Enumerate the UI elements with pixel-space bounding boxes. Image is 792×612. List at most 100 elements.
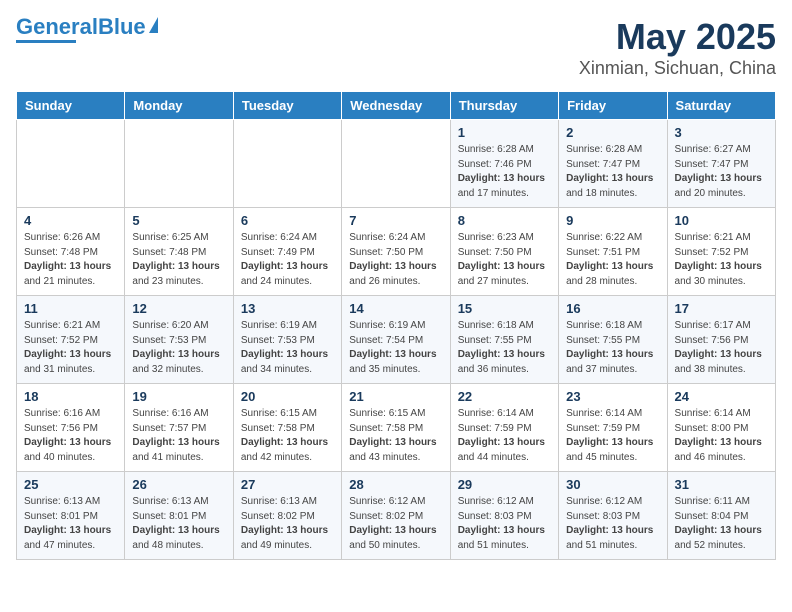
table-row: 31Sunrise: 6:11 AMSunset: 8:04 PMDayligh… [667, 472, 775, 560]
table-row: 3Sunrise: 6:27 AMSunset: 7:47 PMDaylight… [667, 120, 775, 208]
day-number: 19 [132, 389, 225, 404]
col-thursday: Thursday [450, 92, 558, 120]
table-row: 18Sunrise: 6:16 AMSunset: 7:56 PMDayligh… [17, 384, 125, 472]
col-wednesday: Wednesday [342, 92, 450, 120]
table-row: 11 Sunrise: 6:21 AMSunset: 7:52 PMDayligh… [17, 296, 125, 384]
day-number: 20 [241, 389, 334, 404]
day-info: Sunrise: 6:24 AMSunset: 7:49 PMDaylight:… [241, 231, 334, 289]
table-row [342, 120, 450, 208]
table-row: 24 Sunrise: 6:14 AMSunset: 8:00 PMDayligh… [667, 384, 775, 472]
day-number: 23 [566, 389, 659, 404]
logo-underline [16, 40, 76, 43]
day-info: Sunrise: 6:13 AMSunset: 8:01 PMDaylight:… [132, 495, 225, 553]
table-row: 20 Sunrise: 6:15 AMSunset: 7:58 PMDayligh… [233, 384, 341, 472]
day-info: Sunrise: 6:14 AMSunset: 7:59 PMDaylight:… [458, 407, 551, 465]
col-friday: Friday [559, 92, 667, 120]
table-row: 10Sunrise: 6:21 AMSunset: 7:52 PMDayligh… [667, 208, 775, 296]
day-number: 16 [566, 301, 659, 316]
day-info: Sunrise: 6:21 AMSunset: 7:52 PMDaylight:… [24, 319, 117, 377]
logo-triangle-icon [149, 17, 158, 33]
day-info: Sunrise: 6:14 AMSunset: 8:00 PMDaylight:… [675, 407, 768, 465]
calendar-month-year: May 2025 [579, 16, 776, 58]
table-row: 30Sunrise: 6:12 AMSunset: 8:03 PMDayligh… [559, 472, 667, 560]
day-info: Sunrise: 6:14 AMSunset: 7:59 PMDaylight:… [566, 407, 659, 465]
table-row: 17 Sunrise: 6:17 AMSunset: 7:56 PMDayligh… [667, 296, 775, 384]
day-info: Sunrise: 6:19 AMSunset: 7:54 PMDaylight:… [349, 319, 442, 377]
table-row: 12 Sunrise: 6:20 AMSunset: 7:53 PMDayligh… [125, 296, 233, 384]
table-row: 14 Sunrise: 6:19 AMSunset: 7:54 PMDayligh… [342, 296, 450, 384]
table-row: 15 Sunrise: 6:18 AMSunset: 7:55 PMDayligh… [450, 296, 558, 384]
day-number: 24 [675, 389, 768, 404]
day-number: 21 [349, 389, 442, 404]
day-info: Sunrise: 6:25 AMSunset: 7:48 PMDaylight:… [132, 231, 225, 289]
day-number: 7 [349, 213, 442, 228]
day-info: Sunrise: 6:27 AMSunset: 7:47 PMDaylight:… [675, 143, 768, 201]
day-number: 15 [458, 301, 551, 316]
day-number: 25 [24, 477, 117, 492]
table-row: 7Sunrise: 6:24 AMSunset: 7:50 PMDaylight… [342, 208, 450, 296]
day-number: 11 [24, 301, 117, 316]
day-info: Sunrise: 6:16 AMSunset: 7:57 PMDaylight:… [132, 407, 225, 465]
table-row [125, 120, 233, 208]
day-number: 2 [566, 125, 659, 140]
table-row: 28 Sunrise: 6:12 AMSunset: 8:02 PMDayligh… [342, 472, 450, 560]
table-row: 19 Sunrise: 6:16 AMSunset: 7:57 PMDayligh… [125, 384, 233, 472]
calendar-location: Xinmian, Sichuan, China [579, 58, 776, 79]
day-info: Sunrise: 6:12 AMSunset: 8:02 PMDaylight:… [349, 495, 442, 553]
table-row [17, 120, 125, 208]
day-number: 30 [566, 477, 659, 492]
day-number: 26 [132, 477, 225, 492]
table-row: 9Sunrise: 6:22 AMSunset: 7:51 PMDaylight… [559, 208, 667, 296]
calendar-table: Sunday Monday Tuesday Wednesday Thursday… [16, 91, 776, 560]
table-row: 27 Sunrise: 6:13 AMSunset: 8:02 PMDayligh… [233, 472, 341, 560]
day-info: Sunrise: 6:19 AMSunset: 7:53 PMDaylight:… [241, 319, 334, 377]
day-number: 12 [132, 301, 225, 316]
day-info: Sunrise: 6:23 AMSunset: 7:50 PMDaylight:… [458, 231, 551, 289]
col-monday: Monday [125, 92, 233, 120]
day-info: Sunrise: 6:12 AMSunset: 8:03 PMDaylight:… [458, 495, 551, 553]
day-number: 17 [675, 301, 768, 316]
day-info: Sunrise: 6:26 AMSunset: 7:48 PMDaylight:… [24, 231, 117, 289]
day-number: 4 [24, 213, 117, 228]
day-info: Sunrise: 6:15 AMSunset: 7:58 PMDaylight:… [241, 407, 334, 465]
table-row: 5 Sunrise: 6:25 AMSunset: 7:48 PMDaylight… [125, 208, 233, 296]
day-number: 28 [349, 477, 442, 492]
day-number: 5 [132, 213, 225, 228]
table-row: 22 Sunrise: 6:14 AMSunset: 7:59 PMDayligh… [450, 384, 558, 472]
logo: GeneralBlue [16, 16, 158, 43]
table-row: 29 Sunrise: 6:12 AMSunset: 8:03 PMDayligh… [450, 472, 558, 560]
day-number: 22 [458, 389, 551, 404]
calendar-body: 1Sunrise: 6:28 AMSunset: 7:46 PMDaylight… [17, 120, 776, 560]
table-row: 4 Sunrise: 6:26 AMSunset: 7:48 PMDaylight… [17, 208, 125, 296]
table-row: 13 Sunrise: 6:19 AMSunset: 7:53 PMDayligh… [233, 296, 341, 384]
col-sunday: Sunday [17, 92, 125, 120]
day-number: 14 [349, 301, 442, 316]
table-row: 23 Sunrise: 6:14 AMSunset: 7:59 PMDayligh… [559, 384, 667, 472]
day-number: 13 [241, 301, 334, 316]
table-row: 8Sunrise: 6:23 AMSunset: 7:50 PMDaylight… [450, 208, 558, 296]
day-number: 18 [24, 389, 117, 404]
table-row [233, 120, 341, 208]
day-info: Sunrise: 6:15 AMSunset: 7:58 PMDaylight:… [349, 407, 442, 465]
day-number: 27 [241, 477, 334, 492]
col-tuesday: Tuesday [233, 92, 341, 120]
calendar-title-block: May 2025 Xinmian, Sichuan, China [579, 16, 776, 79]
table-row: 26 Sunrise: 6:13 AMSunset: 8:01 PMDayligh… [125, 472, 233, 560]
table-row: 2Sunrise: 6:28 AMSunset: 7:47 PMDaylight… [559, 120, 667, 208]
day-number: 29 [458, 477, 551, 492]
day-number: 9 [566, 213, 659, 228]
day-number: 10 [675, 213, 768, 228]
day-info: Sunrise: 6:28 AMSunset: 7:46 PMDaylight:… [458, 143, 551, 201]
day-info: Sunrise: 6:13 AMSunset: 8:02 PMDaylight:… [241, 495, 334, 553]
calendar-header-row: Sunday Monday Tuesday Wednesday Thursday… [17, 92, 776, 120]
table-row: 1Sunrise: 6:28 AMSunset: 7:46 PMDaylight… [450, 120, 558, 208]
table-row: 6Sunrise: 6:24 AMSunset: 7:49 PMDaylight… [233, 208, 341, 296]
day-info: Sunrise: 6:20 AMSunset: 7:53 PMDaylight:… [132, 319, 225, 377]
day-info: Sunrise: 6:17 AMSunset: 7:56 PMDaylight:… [675, 319, 768, 377]
day-info: Sunrise: 6:13 AMSunset: 8:01 PMDaylight:… [24, 495, 117, 553]
col-saturday: Saturday [667, 92, 775, 120]
page-header: GeneralBlue May 2025 Xinmian, Sichuan, C… [16, 16, 776, 79]
logo-text: GeneralBlue [16, 16, 146, 38]
day-info: Sunrise: 6:18 AMSunset: 7:55 PMDaylight:… [458, 319, 551, 377]
table-row: 25 Sunrise: 6:13 AMSunset: 8:01 PMDayligh… [17, 472, 125, 560]
